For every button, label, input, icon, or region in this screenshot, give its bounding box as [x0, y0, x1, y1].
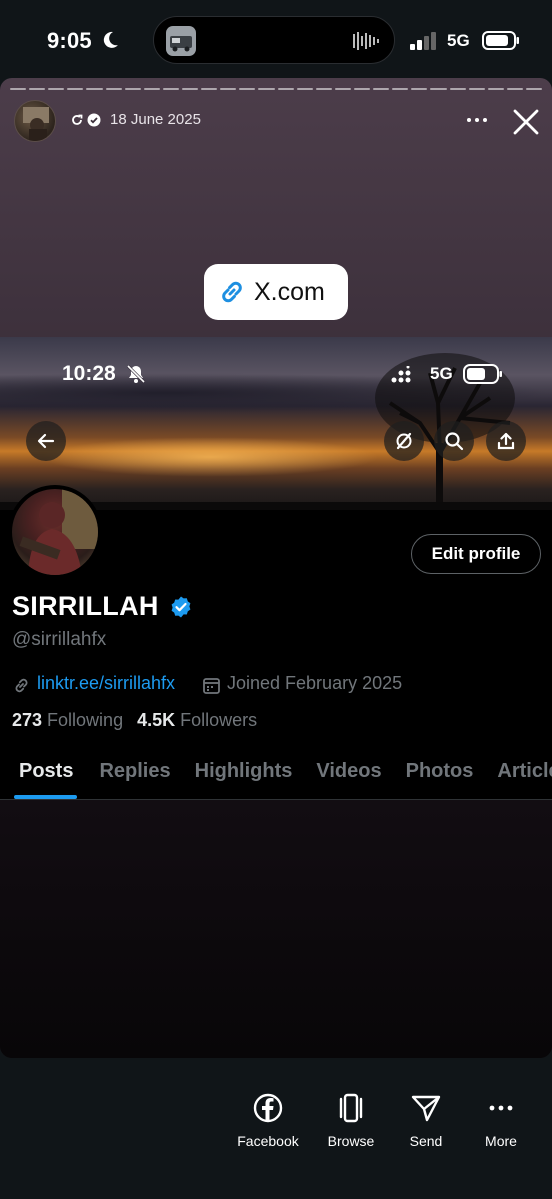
repost-icon: [72, 114, 83, 125]
browse-label: Browse: [327, 1133, 375, 1149]
dynamic-island[interactable]: [153, 16, 395, 64]
verified-badge-icon: [171, 596, 191, 618]
arrow-left-icon: [37, 433, 55, 449]
profile-website-link[interactable]: linktr.ee/sirrillahfx: [37, 673, 175, 694]
network-label: 5G: [447, 31, 470, 50]
followers-link[interactable]: 4.5K Followers: [137, 710, 257, 731]
more-icon: [489, 1105, 513, 1111]
inner-status-time: 10:28: [62, 362, 116, 385]
profile-tabs: Posts Replies Highlights Videos Photos A…: [0, 747, 552, 799]
back-button[interactable]: [26, 421, 66, 461]
browse-button[interactable]: Browse: [311, 1092, 391, 1149]
inner-battery-icon: [463, 364, 502, 384]
tab-photos[interactable]: Photos: [394, 747, 486, 799]
story-date: 18 June 2025: [110, 111, 201, 128]
facebook-label: Facebook: [237, 1133, 299, 1149]
tab-videos[interactable]: Videos: [304, 747, 393, 799]
grok-button[interactable]: [384, 421, 424, 461]
send-button[interactable]: Send: [386, 1092, 466, 1149]
following-label: Following: [47, 710, 124, 730]
calendar-icon: [203, 678, 220, 694]
follow-stats: 273 Following 4.5K Followers: [12, 710, 257, 731]
website-link-icon: [15, 678, 28, 693]
facebook-icon: [253, 1093, 283, 1123]
share-icon: [497, 432, 515, 450]
following-count: 273: [12, 710, 43, 730]
tab-highlights[interactable]: Highlights: [183, 747, 305, 799]
battery-icon: [482, 31, 519, 50]
link-sticker-label: X.com: [254, 277, 325, 306]
profile-avatar[interactable]: [8, 485, 102, 579]
more-label: More: [485, 1133, 517, 1149]
facebook-button[interactable]: Facebook: [228, 1092, 308, 1149]
close-icon[interactable]: [512, 108, 540, 136]
inner-signal-icon: [391, 366, 411, 383]
followers-label: Followers: [180, 710, 258, 730]
send-icon: [411, 1095, 441, 1122]
followers-count: 4.5K: [137, 710, 176, 730]
signal-icon: [410, 32, 436, 50]
now-playing-thumbnail: [166, 26, 196, 56]
search-button[interactable]: [434, 421, 474, 461]
story-author-avatar[interactable]: [14, 100, 56, 142]
bell-off-icon: [126, 364, 146, 384]
link-sticker[interactable]: X.com: [204, 264, 348, 320]
status-time: 9:05: [47, 28, 92, 53]
verified-small-icon: [87, 113, 101, 127]
story-card[interactable]: 18 June 2025 X.com 10:28 5G Edit profile…: [0, 78, 552, 1058]
share-button[interactable]: [486, 421, 526, 461]
profile-screenshot: 10:28 5G Edit profile SIRRILLAH @sirrill…: [0, 337, 552, 1058]
search-icon: [445, 432, 464, 451]
inner-network-label: 5G: [430, 364, 453, 383]
status-bar: 9:05 5G: [0, 0, 552, 80]
link-icon: [222, 281, 242, 303]
story-action-bar: Facebook Browse Send More: [0, 1058, 552, 1199]
story-progress-bar: [10, 88, 543, 90]
moon-icon: [103, 31, 118, 48]
tab-articles[interactable]: Articles: [485, 747, 552, 799]
edit-profile-button[interactable]: Edit profile: [411, 534, 541, 574]
send-label: Send: [409, 1133, 443, 1149]
grok-icon: [396, 432, 412, 450]
profile-banner: 10:28 5G: [0, 337, 552, 510]
more-button[interactable]: More: [461, 1092, 541, 1149]
following-link[interactable]: 273 Following: [12, 710, 123, 731]
joined-date: Joined February 2025: [227, 673, 403, 693]
profile-handle: @sirrillahfx: [12, 629, 107, 650]
browse-icon: [339, 1093, 363, 1123]
display-name: SIRRILLAH: [12, 591, 159, 621]
tab-posts[interactable]: Posts: [0, 747, 85, 799]
more-options-icon[interactable]: [466, 112, 488, 128]
audio-wave-icon: [353, 32, 379, 50]
tab-replies[interactable]: Replies: [85, 747, 182, 799]
posts-feed: [0, 800, 552, 1058]
